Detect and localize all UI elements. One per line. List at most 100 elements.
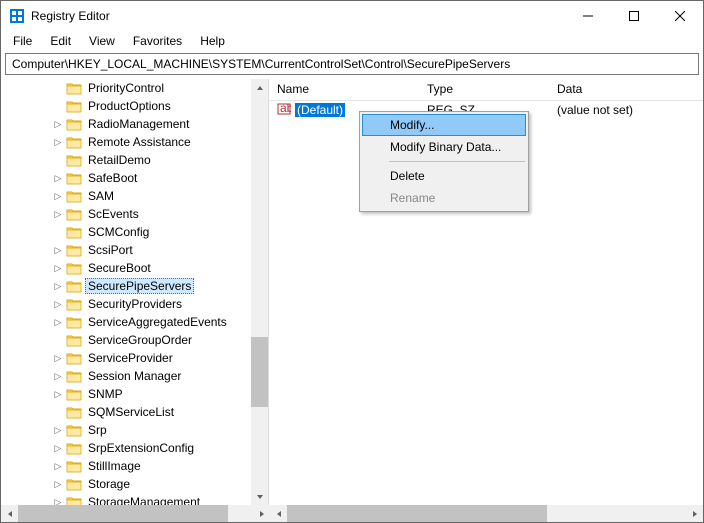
close-button[interactable] [657,1,703,31]
tree-item[interactable]: ▷ ScsiPort [1,241,251,259]
tree-item-label: SQMServiceList [85,404,177,420]
chevron-right-icon[interactable]: ▷ [52,119,64,130]
maximize-button[interactable] [611,1,657,31]
tree-item[interactable]: ▷ ScEvents [1,205,251,223]
context-modify-binary[interactable]: Modify Binary Data... [362,136,526,158]
tree-item-label: StillImage [85,458,144,474]
tree-item[interactable]: SQMServiceList [1,403,251,421]
context-modify[interactable]: Modify... [362,114,526,136]
tree-item-label: ProductOptions [85,98,174,114]
tree-item-label: ScEvents [85,206,142,222]
scroll-thumb[interactable] [251,337,268,407]
tree-pane: PriorityControlProductOptions ▷ RadioManag… [1,79,269,505]
tree-item[interactable]: ▷StorageManagement [1,493,251,505]
tree-item[interactable]: ▷ ServiceProvider [1,349,251,367]
app-icon [9,8,25,24]
context-rename: Rename [362,187,526,209]
window-controls [565,1,703,31]
scroll-left-arrow[interactable] [1,505,18,522]
tree-item-label: SNMP [85,386,126,402]
svg-text:ab: ab [280,102,291,115]
tree-item[interactable]: ▷SAM [1,187,251,205]
tree-item-label: ScsiPort [85,242,136,258]
chevron-right-icon[interactable]: ▷ [52,317,64,328]
scroll-thumb[interactable] [18,505,228,522]
tree-item[interactable]: PriorityControl [1,79,251,97]
scroll-up-arrow[interactable] [251,79,268,96]
address-bar[interactable]: Computer\HKEY_LOCAL_MACHINE\SYSTEM\Curre… [5,53,699,75]
value-name: (Default) [295,103,345,117]
tree-item[interactable]: ▷Srp [1,421,251,439]
menu-file[interactable]: File [5,32,40,50]
tree-item-label: ServiceAggregatedEvents [85,314,230,330]
tree-item-label: ServiceGroupOrder [85,332,195,348]
tree-item-label: ServiceProvider [85,350,176,366]
tree-item[interactable]: SCMConfig [1,223,251,241]
scroll-left-arrow[interactable] [270,505,287,522]
values-pane: Name Type Data ab(Default)REG_SZ(value n… [269,79,703,505]
tree-item[interactable]: ▷SecurityProviders [1,295,251,313]
tree-item[interactable]: ▷Session Manager [1,367,251,385]
chevron-right-icon[interactable]: ▷ [52,443,64,454]
tree-item[interactable]: ▷ SrpExtensionConfig [1,439,251,457]
chevron-right-icon[interactable]: ▷ [52,479,64,490]
scroll-down-arrow[interactable] [251,488,268,505]
chevron-right-icon[interactable]: ▷ [52,371,64,382]
tree-vertical-scrollbar[interactable] [251,79,268,505]
menu-view[interactable]: View [81,32,123,50]
tree-horizontal-scrollbar[interactable] [1,505,270,522]
context-delete[interactable]: Delete [362,165,526,187]
tree-item[interactable]: ▷ SafeBoot [1,169,251,187]
column-data[interactable]: Data [549,79,703,100]
tree-item-label: RadioManagement [85,116,192,132]
chevron-right-icon[interactable]: ▷ [52,191,64,202]
tree-item-label: SecurePipeServers [85,278,194,294]
scroll-right-arrow[interactable] [686,505,703,522]
tree-item[interactable]: ▷ StillImage [1,457,251,475]
chevron-right-icon[interactable]: ▷ [52,353,64,364]
chevron-right-icon[interactable]: ▷ [52,497,64,506]
menu-help[interactable]: Help [192,32,233,50]
values-horizontal-scrollbar[interactable] [270,505,703,522]
context-separator [389,161,525,162]
chevron-right-icon[interactable]: ▷ [52,389,64,400]
chevron-right-icon[interactable]: ▷ [52,173,64,184]
scroll-thumb[interactable] [287,505,547,522]
context-menu: Modify... Modify Binary Data... Delete R… [359,111,529,212]
tree-item-label: SrpExtensionConfig [85,440,197,456]
chevron-right-icon[interactable]: ▷ [52,461,64,472]
tree-item[interactable]: ▷ ServiceAggregatedEvents [1,313,251,331]
chevron-right-icon[interactable]: ▷ [52,245,64,256]
tree-item-label: RetailDemo [85,152,154,168]
chevron-right-icon[interactable]: ▷ [52,209,64,220]
tree-item[interactable]: ▷Storage [1,475,251,493]
column-name[interactable]: Name [269,79,419,100]
minimize-button[interactable] [565,1,611,31]
chevron-right-icon[interactable]: ▷ [52,263,64,274]
chevron-right-icon[interactable]: ▷ [52,137,64,148]
tree-item[interactable]: ▷ SecurePipeServers [1,277,251,295]
tree-item[interactable]: ▷ SNMP [1,385,251,403]
values-header: Name Type Data [269,79,703,101]
tree-item[interactable]: ▷ Remote Assistance [1,133,251,151]
tree-item-label: SCMConfig [85,224,152,240]
tree-item[interactable]: ProductOptions [1,97,251,115]
content-area: PriorityControlProductOptions ▷ RadioManag… [1,79,703,505]
value-data: (value not set) [549,102,703,118]
menu-favorites[interactable]: Favorites [125,32,190,50]
tree-item[interactable]: ▷ RadioManagement [1,115,251,133]
horizontal-scrollbars [1,505,703,522]
window-title: Registry Editor [31,9,565,23]
column-type[interactable]: Type [419,79,549,100]
tree-item[interactable]: ServiceGroupOrder [1,331,251,349]
chevron-right-icon[interactable]: ▷ [52,299,64,310]
tree-view[interactable]: PriorityControlProductOptions ▷ RadioManag… [1,79,251,505]
chevron-right-icon[interactable]: ▷ [52,425,64,436]
tree-item-label: Remote Assistance [85,134,194,150]
chevron-right-icon[interactable]: ▷ [52,281,64,292]
tree-item[interactable]: RetailDemo [1,151,251,169]
scroll-right-arrow[interactable] [253,505,270,522]
menu-edit[interactable]: Edit [42,32,79,50]
tree-item-label: SafeBoot [85,170,140,186]
tree-item[interactable]: ▷SecureBoot [1,259,251,277]
